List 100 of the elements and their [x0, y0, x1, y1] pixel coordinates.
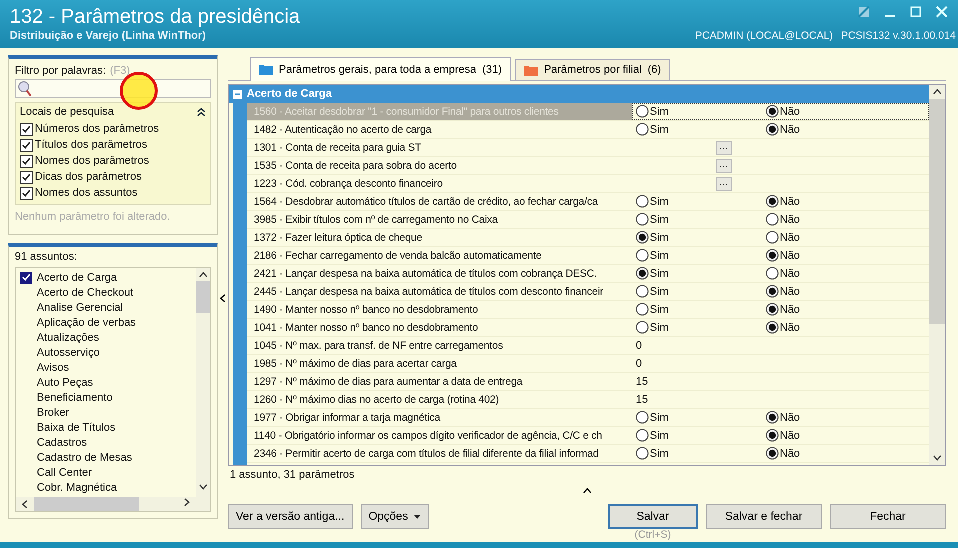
- subject-item[interactable]: Autosserviço: [37, 346, 100, 358]
- radio-label[interactable]: Não: [780, 304, 800, 316]
- radio-label[interactable]: Não: [780, 430, 800, 442]
- radio-button[interactable]: [766, 411, 779, 424]
- radio-label[interactable]: Sim: [650, 304, 669, 316]
- ellipsis-button[interactable]: ···: [716, 158, 732, 172]
- radio-button[interactable]: [766, 267, 779, 280]
- radio-button[interactable]: [636, 231, 649, 244]
- radio-button[interactable]: [636, 321, 649, 334]
- ellipsis-button[interactable]: ···: [716, 176, 732, 190]
- radio-button[interactable]: [766, 105, 779, 118]
- action-button[interactable]: Salvar e fechar: [706, 504, 822, 529]
- subject-item[interactable]: Acerto de Carga: [37, 272, 118, 284]
- radio-button[interactable]: [636, 447, 649, 460]
- parameter-label[interactable]: 2421 - Lançar despesa na baixa automática de títulos com cobrança DESC.: [247, 265, 632, 282]
- parameter-label[interactable]: 3985 - Exibir títulos com nº de carregamento no Caixa: [247, 211, 632, 228]
- parameter-label[interactable]: 1041 - Manter nosso nº banco no desdobramento: [247, 319, 632, 336]
- radio-label[interactable]: Não: [780, 286, 800, 298]
- radio-label[interactable]: Sim: [650, 286, 669, 298]
- subject-item[interactable]: Broker: [37, 406, 70, 418]
- radio-label[interactable]: Sim: [650, 448, 669, 460]
- scroll-up-icon[interactable]: [932, 89, 942, 95]
- subject-item[interactable]: Baixa de Títulos: [37, 422, 116, 434]
- radio-label[interactable]: Sim: [650, 196, 669, 208]
- radio-label[interactable]: Não: [780, 232, 800, 244]
- scrollbar-thumb[interactable]: [196, 281, 210, 313]
- parameter-label[interactable]: 1045 - Nº max. para transf. de NF entre carregamentos: [247, 337, 632, 354]
- scroll-right-icon[interactable]: [184, 498, 190, 507]
- checkbox[interactable]: [20, 170, 33, 184]
- radio-button[interactable]: [636, 105, 649, 118]
- checkbox[interactable]: [20, 138, 33, 152]
- checkbox[interactable]: [20, 272, 32, 284]
- tab[interactable]: Parâmetros gerais, para toda a empresa (31): [250, 57, 512, 81]
- radio-label[interactable]: Sim: [650, 214, 669, 226]
- scrollbar-thumb[interactable]: [929, 99, 945, 324]
- radio-button[interactable]: [636, 303, 649, 316]
- scroll-up-icon[interactable]: [198, 272, 208, 278]
- radio-button[interactable]: [766, 321, 779, 334]
- subject-item[interactable]: Auto Peças: [37, 376, 94, 388]
- parameter-label[interactable]: 1297 - Nº máximo de dias para aumentar a data de entrega: [247, 373, 632, 390]
- radio-label[interactable]: Não: [780, 448, 800, 460]
- radio-label[interactable]: Sim: [650, 412, 669, 424]
- radio-label[interactable]: Não: [780, 412, 800, 424]
- radio-button[interactable]: [766, 195, 779, 208]
- parameter-label[interactable]: 1535 - Conta de receita para sobra do acerto: [247, 157, 632, 174]
- radio-label[interactable]: Não: [780, 322, 800, 334]
- scroll-left-icon[interactable]: [22, 500, 28, 508]
- radio-label[interactable]: Não: [780, 124, 800, 136]
- radio-label[interactable]: Não: [780, 250, 800, 262]
- subject-item[interactable]: Cadastros: [37, 436, 88, 448]
- parameter-label[interactable]: 1223 - Cód. cobrança desconto financeiro: [247, 175, 632, 192]
- radio-label[interactable]: Sim: [650, 322, 669, 334]
- parameter-label[interactable]: 1564 - Desdobrar automático títulos de cartão de crédito, ao fechar carga/ca: [247, 193, 632, 210]
- radio-button[interactable]: [766, 285, 779, 298]
- scrollbar-thumb[interactable]: [34, 497, 139, 511]
- radio-label[interactable]: Sim: [650, 232, 669, 244]
- scroll-down-icon[interactable]: [932, 455, 942, 461]
- radio-button[interactable]: [636, 195, 649, 208]
- radio-label[interactable]: Sim: [650, 106, 669, 118]
- action-button[interactable]: Fechar: [830, 504, 946, 529]
- parameter-label[interactable]: 1140 - Obrigatório informar os campos dígito verificador de agência, C/C e ch: [247, 427, 632, 444]
- maximize-icon[interactable]: [910, 6, 922, 18]
- subject-item[interactable]: Cadastro de Mesas: [37, 452, 132, 464]
- action-button[interactable]: Opções: [360, 504, 430, 529]
- subject-item[interactable]: Avisos: [37, 362, 70, 374]
- subject-item[interactable]: Aplicação de verbas: [37, 316, 136, 328]
- radio-button[interactable]: [636, 249, 649, 262]
- radio-button[interactable]: [636, 411, 649, 424]
- parameter-label[interactable]: 1301 - Conta de receita para guia ST: [247, 139, 632, 156]
- scroll-down-icon[interactable]: [198, 484, 208, 490]
- parameter-label[interactable]: 1985 - Nº máximo de dias para acertar carga: [247, 355, 632, 372]
- action-button[interactable]: Ver a versão antiga...: [228, 504, 353, 529]
- parameter-label[interactable]: 1490 - Manter nosso nº banco no desdobramento: [247, 301, 632, 318]
- subject-item[interactable]: Call Center: [37, 466, 92, 478]
- subject-item[interactable]: Acerto de Checkout: [37, 286, 134, 298]
- checkbox[interactable]: [20, 122, 33, 136]
- subject-item[interactable]: Atualizações: [37, 332, 100, 344]
- radio-button[interactable]: [636, 429, 649, 442]
- radio-button[interactable]: [766, 231, 779, 244]
- radio-label[interactable]: Não: [780, 196, 800, 208]
- subject-item[interactable]: Analise Gerencial: [37, 302, 124, 314]
- radio-button[interactable]: [636, 123, 649, 136]
- radio-button[interactable]: [766, 447, 779, 460]
- tab[interactable]: Parâmetros por filial (6): [515, 59, 670, 80]
- radio-button[interactable]: [766, 213, 779, 226]
- parameter-label[interactable]: 1260 - Nº máximo dias no acerto de carga (rotina 402): [247, 391, 632, 408]
- radio-button[interactable]: [636, 267, 649, 280]
- collapse-icon[interactable]: [197, 108, 206, 116]
- radio-label[interactable]: Não: [780, 106, 800, 118]
- radio-button[interactable]: [636, 285, 649, 298]
- parameter-label[interactable]: 1372 - Fazer leitura óptica de cheque: [247, 229, 632, 246]
- radio-button[interactable]: [766, 249, 779, 262]
- parameter-label[interactable]: 2445 - Lançar despesa na baixa automática de títulos com desconto financeir: [247, 283, 632, 300]
- close-icon[interactable]: [936, 6, 948, 18]
- radio-label[interactable]: Não: [780, 268, 800, 280]
- radio-label[interactable]: Sim: [650, 250, 669, 262]
- radio-button[interactable]: [766, 123, 779, 136]
- radio-button[interactable]: [636, 213, 649, 226]
- radio-label[interactable]: Sim: [650, 268, 669, 280]
- action-button[interactable]: Salvar: [608, 504, 698, 529]
